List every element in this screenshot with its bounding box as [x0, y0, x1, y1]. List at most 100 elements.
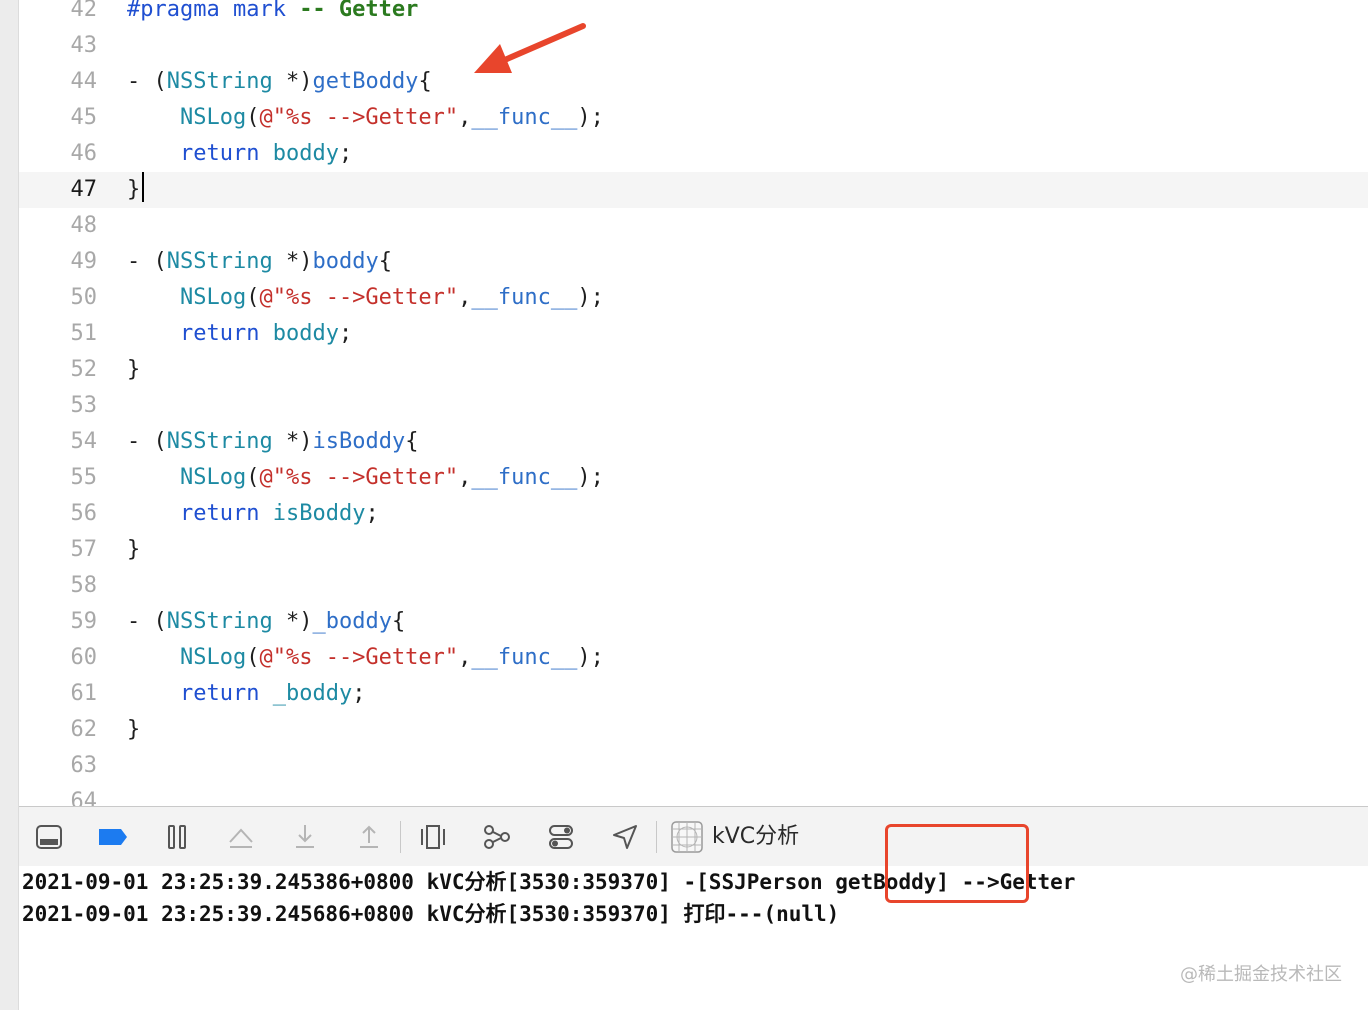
- line-number: 62: [70, 717, 98, 742]
- code-line[interactable]: 45 NSLog(@"%s -->Getter",__func__);: [19, 100, 1368, 136]
- code-token: (: [246, 645, 260, 670]
- pause-icon[interactable]: [161, 821, 193, 853]
- line-number: 46: [70, 141, 98, 166]
- console-line: 2021-09-01 23:25:39.245686+0800 kVC分析[35…: [22, 902, 840, 926]
- line-number: 53: [70, 393, 98, 418]
- line-number: 54: [70, 429, 98, 454]
- code-text: - (NSString *)getBoddy{: [127, 64, 432, 100]
- code-token: - (: [127, 609, 167, 634]
- step-out-icon[interactable]: [353, 821, 385, 853]
- debug-console[interactable]: 2021-09-01 23:25:39.245386+0800 kVC分析[35…: [19, 866, 1368, 1010]
- code-line[interactable]: 59 - (NSString *)_boddy{: [19, 604, 1368, 640]
- watermark: @稀土掘金技术社区: [1180, 964, 1342, 985]
- code-line[interactable]: 49 - (NSString *)boddy{: [19, 244, 1368, 280]
- code-token: ;: [365, 501, 379, 526]
- line-number: 44: [70, 69, 98, 94]
- code-line[interactable]: 48: [19, 208, 1368, 244]
- code-line[interactable]: 55 NSLog(@"%s -->Getter",__func__);: [19, 460, 1368, 496]
- code-line[interactable]: 52}: [19, 352, 1368, 388]
- code-token: return: [179, 501, 260, 526]
- view-hierarchy-icon[interactable]: [417, 821, 449, 853]
- code-token: }: [127, 177, 141, 202]
- code-token: *): [272, 69, 313, 94]
- code-line[interactable]: 53: [19, 388, 1368, 424]
- code-token: NSString: [166, 429, 273, 454]
- code-token: ,: [458, 285, 472, 310]
- code-token: #pragma mark: [127, 0, 300, 22]
- code-token: ,: [458, 105, 472, 130]
- line-number: 60: [70, 645, 98, 670]
- code-line[interactable]: 50 NSLog(@"%s -->Getter",__func__);: [19, 280, 1368, 316]
- code-token: getBoddy: [312, 69, 419, 94]
- code-line[interactable]: 42 #pragma mark -- Getter: [19, 0, 1368, 28]
- simulate-location-icon[interactable]: [609, 821, 641, 853]
- code-token: NSString: [166, 609, 273, 634]
- code-token: (: [246, 105, 260, 130]
- code-token: @"%s -->Getter": [259, 105, 459, 130]
- code-editor[interactable]: 42 #pragma mark -- Getter 43 44 - (NSString …: [19, 0, 1368, 806]
- code-token: - (: [127, 429, 167, 454]
- code-token: @"%s -->Getter": [259, 285, 459, 310]
- memory-graph-icon[interactable]: [481, 821, 513, 853]
- line-number: 51: [70, 321, 98, 346]
- code-text: return boddy;: [127, 136, 352, 172]
- code-line[interactable]: 63: [19, 748, 1368, 784]
- code-token: ,: [458, 465, 472, 490]
- debug-toolbar: kVC分析: [19, 806, 1368, 867]
- code-token: (: [246, 465, 260, 490]
- code-line[interactable]: 60 NSLog(@"%s -->Getter",__func__);: [19, 640, 1368, 676]
- code-text: - (NSString *)boddy{: [127, 244, 392, 280]
- code-line[interactable]: 58: [19, 568, 1368, 604]
- code-line[interactable]: 54 - (NSString *)isBoddy{: [19, 424, 1368, 460]
- app-target-icon: [671, 821, 703, 853]
- code-line[interactable]: 57}: [19, 532, 1368, 568]
- code-token: return: [179, 141, 260, 166]
- line-number: 57: [70, 537, 98, 562]
- code-line[interactable]: 62}: [19, 712, 1368, 748]
- code-token: ;: [338, 141, 353, 166]
- code-token: }: [127, 357, 141, 382]
- toggle-console-icon[interactable]: [33, 821, 65, 853]
- code-token: __func__: [471, 105, 578, 130]
- code-line[interactable]: 51 return boddy;: [19, 316, 1368, 352]
- code-token: ,: [458, 645, 472, 670]
- line-number: 42: [70, 0, 98, 22]
- code-line[interactable]: 43: [19, 28, 1368, 64]
- debug-target-label: kVC分析: [712, 824, 800, 849]
- code-text: }: [127, 712, 140, 748]
- step-over-icon[interactable]: [225, 821, 257, 853]
- line-number: 48: [70, 213, 98, 238]
- code-token: boddy: [272, 321, 339, 346]
- code-line[interactable]: 46 return boddy;: [19, 136, 1368, 172]
- line-number: 50: [70, 285, 98, 310]
- code-token: NSString: [166, 69, 273, 94]
- code-token: NSLog: [179, 105, 247, 130]
- code-line[interactable]: 47}: [19, 172, 1368, 208]
- code-token: *): [272, 609, 313, 634]
- code-token: );: [577, 645, 604, 670]
- code-line[interactable]: 61 return _boddy;: [19, 676, 1368, 712]
- code-token: NSString: [166, 249, 273, 274]
- code-text: NSLog(@"%s -->Getter",__func__);: [127, 460, 604, 496]
- code-line[interactable]: 56 return isBoddy;: [19, 496, 1368, 532]
- code-text: return boddy;: [127, 316, 352, 352]
- code-token: *): [272, 249, 313, 274]
- code-token: {: [391, 609, 406, 634]
- code-text: return isBoddy;: [127, 496, 379, 532]
- step-into-icon[interactable]: [289, 821, 321, 853]
- code-line[interactable]: 44 - (NSString *)getBoddy{: [19, 64, 1368, 100]
- breakpoints-toggle-icon[interactable]: [97, 821, 129, 853]
- environment-overrides-icon[interactable]: [545, 821, 577, 853]
- toolbar-separator: [400, 821, 401, 853]
- line-number: 47: [70, 177, 98, 202]
- code-line[interactable]: 64: [19, 784, 1368, 806]
